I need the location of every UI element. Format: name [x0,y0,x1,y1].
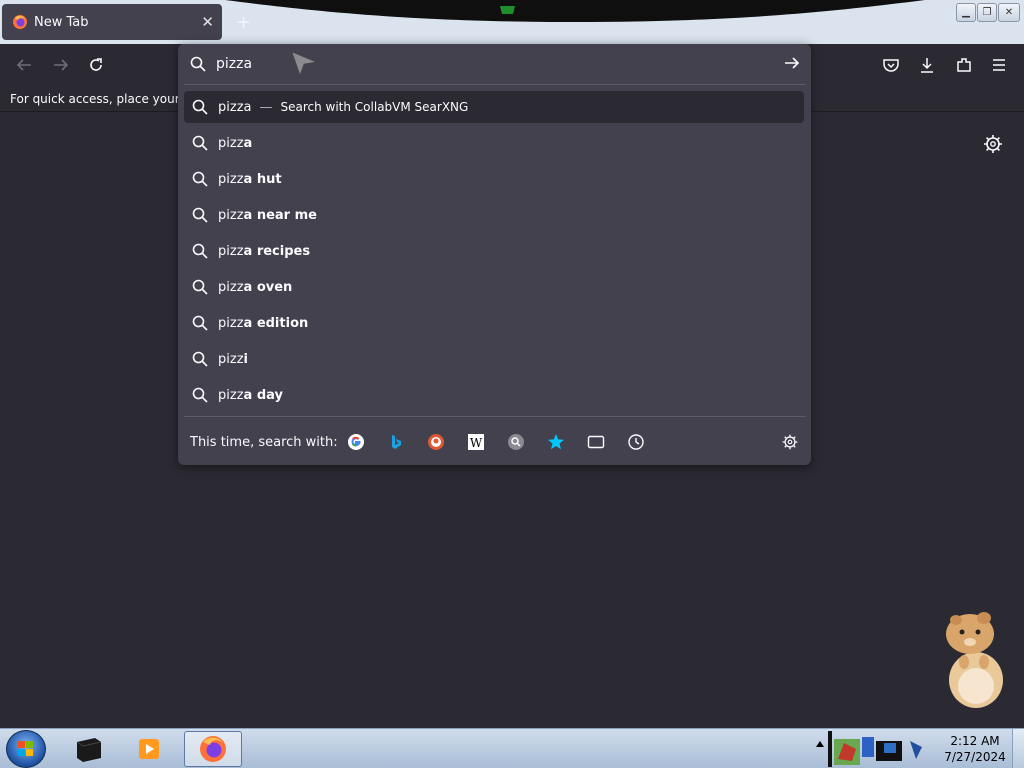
suggestion-typed: pizz [218,207,244,223]
taskbar-app-media-player[interactable] [120,731,178,767]
bookmarks-hint: For quick access, place your boo [10,92,206,106]
search-icon [192,279,208,295]
show-desktop-button[interactable] [1012,729,1024,768]
search-icon [192,99,208,115]
window-decoration [225,0,925,22]
forward-icon[interactable] [50,54,72,76]
search-icon [192,135,208,151]
search-icon [192,351,208,367]
oneoff-label: This time, search with: [190,435,338,450]
taskbar: 2:12 AM 7/27/2024 [0,728,1024,768]
tray-expand-icon[interactable] [816,741,824,747]
oneoff-divider [184,416,805,417]
close-window-button[interactable]: ✕ [998,3,1020,22]
bookmarks-star-icon[interactable] [547,433,565,451]
suggestion-completion: a [243,135,253,151]
suggestion-row[interactable]: pizza — Search with CollabVM SearXNG [184,91,804,123]
tray-network-icon[interactable] [862,737,874,757]
suggestion-typed: pizz [218,387,244,403]
suggestion-completion: a oven [243,279,293,295]
new-tab-settings-icon[interactable] [982,133,1004,155]
suggestion-typed: pizz [218,135,244,151]
duckduckgo-icon[interactable] [427,433,445,451]
oneoff-search-bar: This time, search with: W [178,424,811,460]
media-player-icon [139,739,159,759]
tabs-icon[interactable] [587,433,605,451]
search-icon [192,387,208,403]
tab-bar: New Tab ✕ + ▁ ❐ ✕ [0,0,1024,44]
suggestion-completion: a recipes [243,243,311,259]
pocket-icon[interactable] [880,54,902,76]
urlbar-divider [184,84,805,85]
suggestion-row[interactable]: pizz a [184,127,804,159]
suggestion-typed: pizza [218,99,252,115]
downloads-icon[interactable] [916,54,938,76]
suggestion-row[interactable]: pizz a oven [184,271,804,303]
bing-icon[interactable] [387,433,405,451]
menu-icon[interactable] [988,54,1010,76]
search-icon [192,243,208,259]
suggestion-separator: — [259,99,273,115]
suggestion-completion: a hut [243,171,282,187]
system-tray [812,729,937,768]
suggestion-completion: a day [243,387,283,403]
history-icon[interactable] [627,433,645,451]
extensions-icon[interactable] [953,54,975,76]
searxng-icon[interactable] [507,433,525,451]
start-button[interactable] [6,730,46,768]
black-box-app-icon [76,738,102,762]
suggestion-row[interactable]: pizz a hut [184,163,804,195]
svg-text:W: W [470,436,483,450]
suggestion-engine-note: Search with CollabVM SearXNG [280,100,469,114]
suggestion-row[interactable]: pizz a day [184,379,804,411]
suggestion-completion: a near me [243,207,317,223]
new-tab-icon[interactable]: + [236,12,251,33]
suggestion-completion: a edition [243,315,309,331]
suggestion-row[interactable]: pizz a recipes [184,235,804,267]
firefox-icon [13,15,27,29]
urlbar-dropdown: pizza — Search with CollabVM SearXNG piz… [178,44,811,465]
clock-time: 2:12 AM [950,734,1000,748]
suggestion-row[interactable]: pizz i [184,343,804,375]
suggestion-typed: pizz [218,171,244,187]
windows-logo-icon [18,741,33,756]
tray-volume-icon[interactable] [910,741,922,759]
search-icon [192,207,208,223]
taskbar-clock[interactable]: 2:12 AM 7/27/2024 [940,733,1010,765]
tab-close-icon[interactable]: ✕ [201,13,214,31]
suggestion-typed: pizz [218,315,244,331]
firefox-icon [200,736,226,762]
back-icon[interactable] [13,54,35,76]
reload-icon[interactable] [85,54,107,76]
hamster-sticker [946,612,1003,708]
clock-date: 7/27/2024 [944,750,1006,764]
search-icon [192,171,208,187]
suggestion-typed: pizz [218,243,244,259]
maximize-button[interactable]: ❐ [977,3,997,22]
suggestion-row[interactable]: pizz a near me [184,199,804,231]
search-settings-icon[interactable] [781,433,799,451]
mouse-cursor-icon [291,51,318,76]
urlbar [178,44,811,84]
suggestion-completion: i [243,351,248,367]
suggestion-row[interactable]: pizz a edition [184,307,804,339]
taskbar-app-terminal[interactable] [60,731,118,767]
tab-new-tab[interactable]: New Tab ✕ [2,4,222,40]
suggestion-typed: pizz [218,351,244,367]
tab-title: New Tab [34,14,89,30]
go-arrow-icon[interactable] [783,54,801,72]
window-controls: ▁ ❐ ✕ [956,3,1020,22]
wikipedia-icon[interactable]: W [467,433,485,451]
minimize-button[interactable]: ▁ [956,3,976,22]
taskbar-app-firefox[interactable] [184,731,242,767]
suggestion-typed: pizz [218,279,244,295]
search-icon [190,56,206,72]
search-icon [192,315,208,331]
google-icon[interactable] [347,433,365,451]
